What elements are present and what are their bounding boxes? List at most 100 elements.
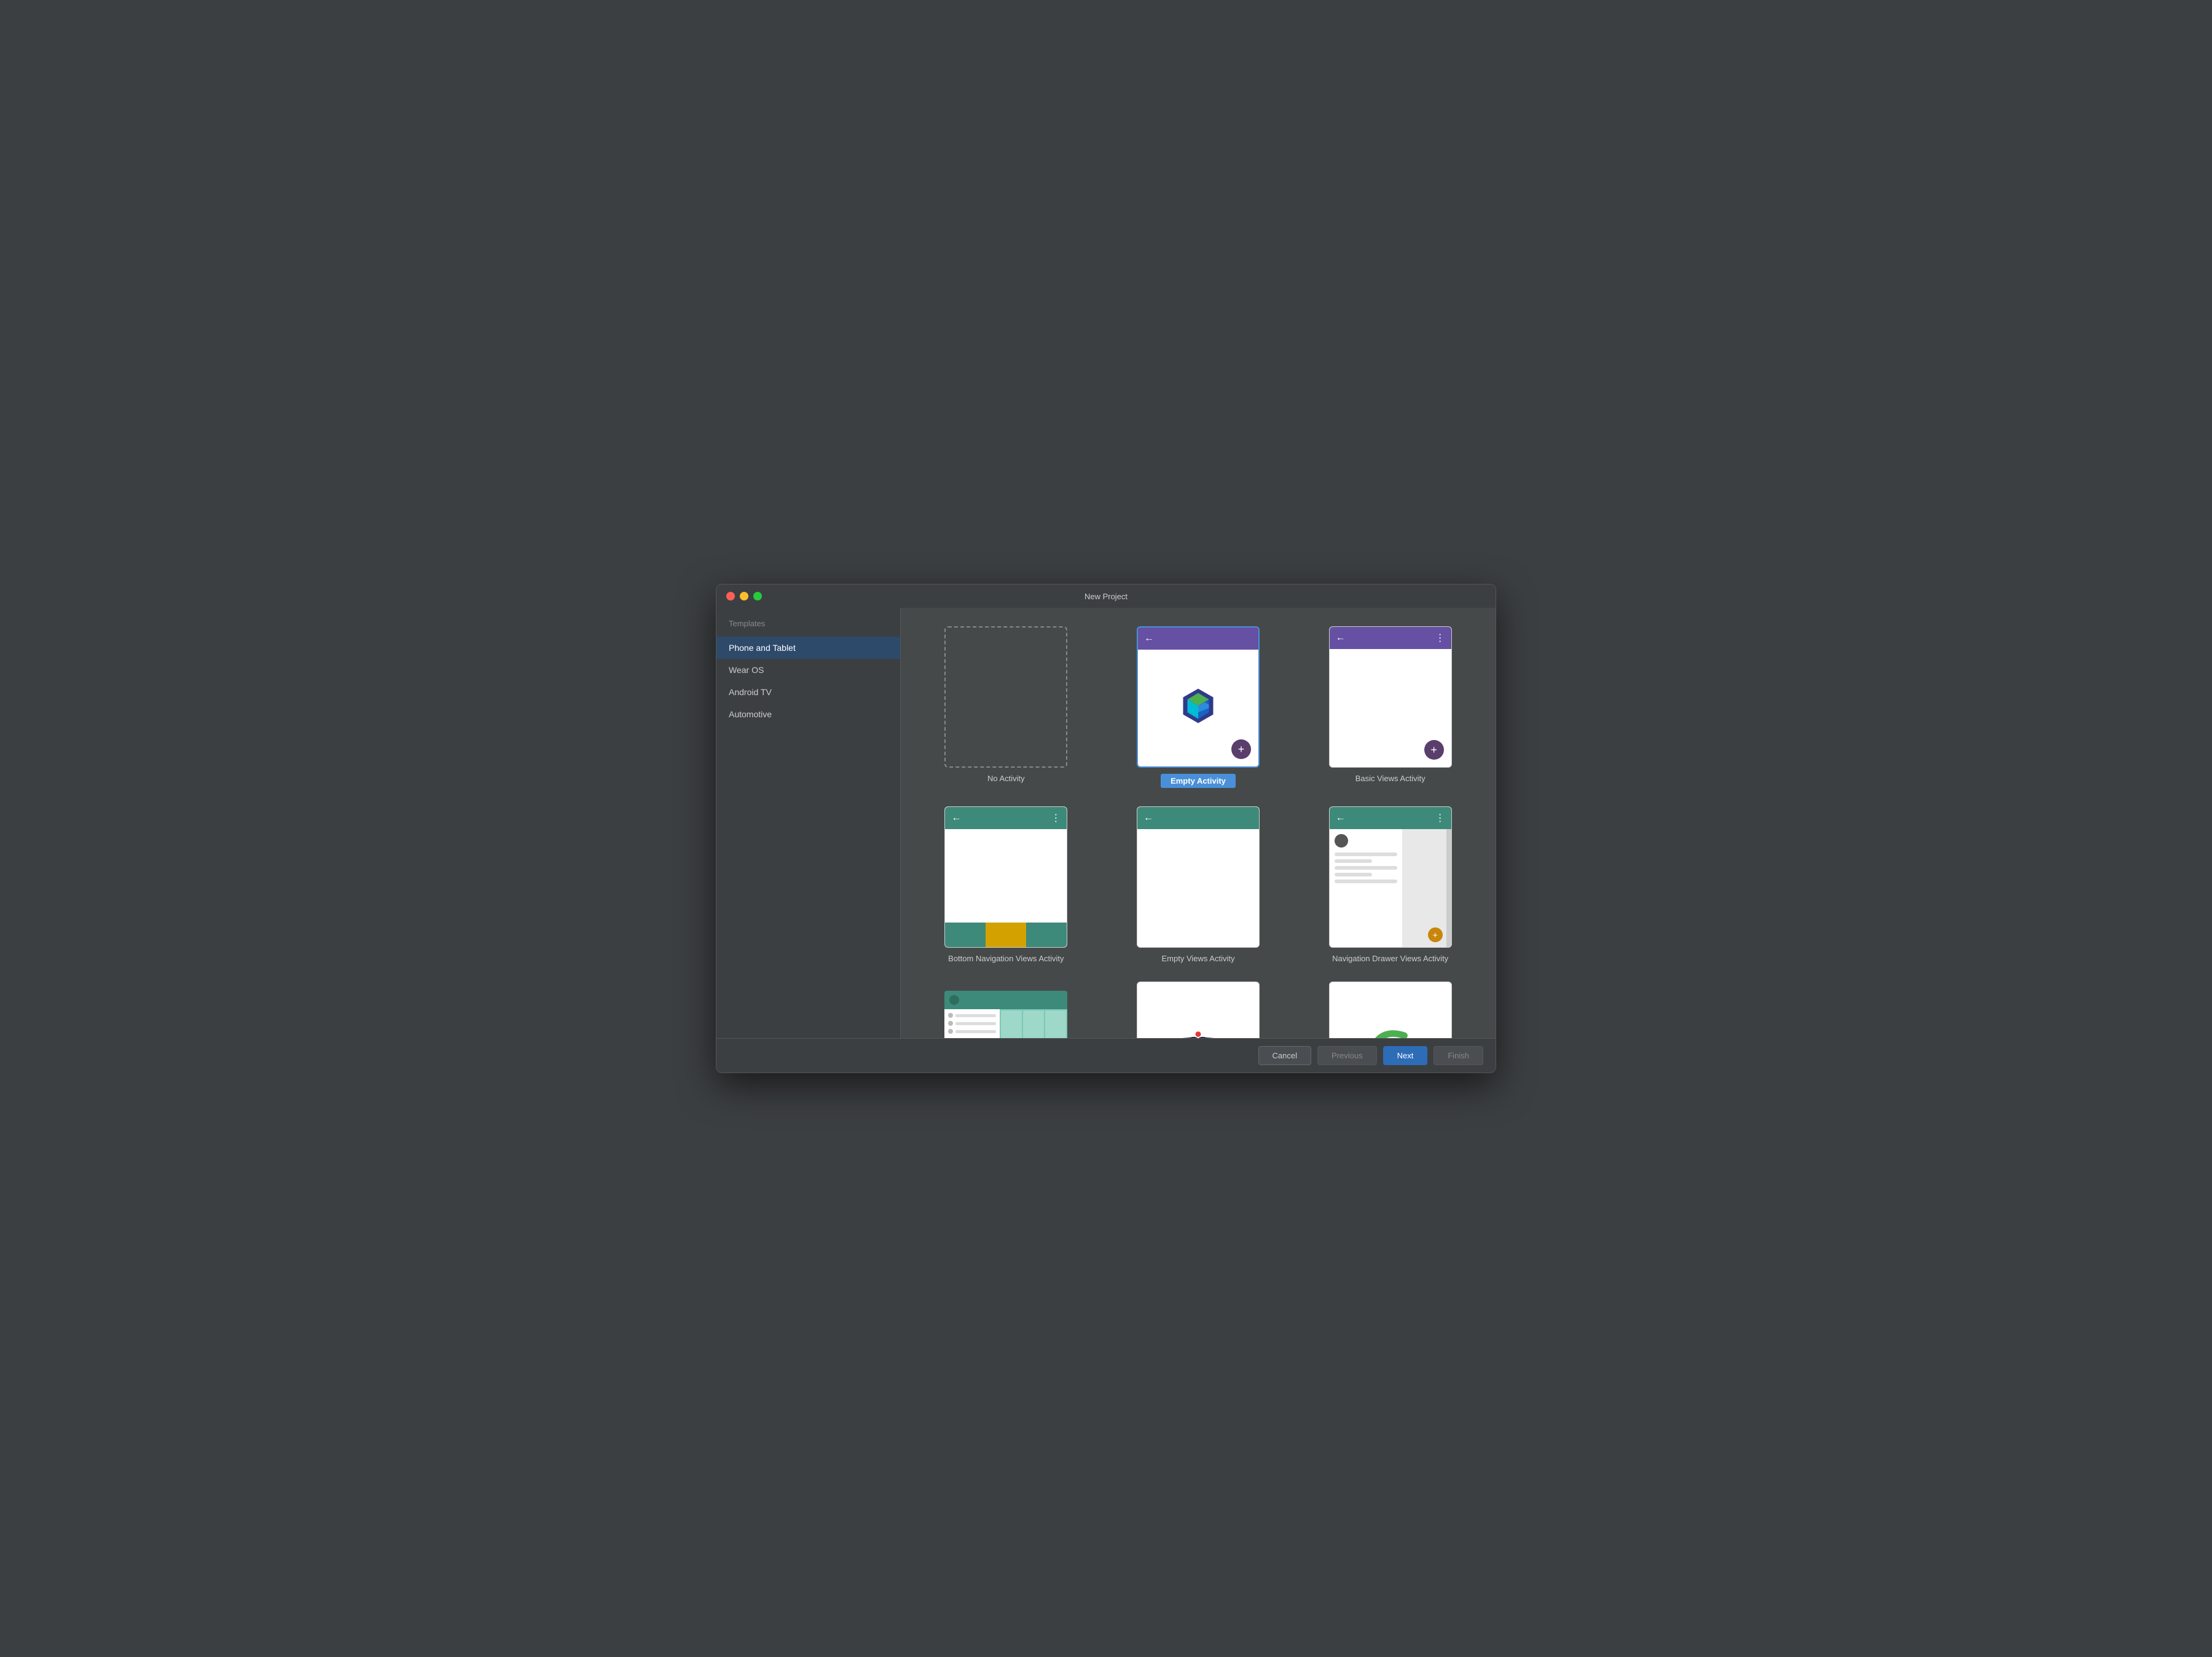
native-cpp-preview: [1329, 982, 1452, 1038]
drawer-circle-icon: [1335, 834, 1348, 848]
sidebar-item-wear-os[interactable]: Wear OS: [716, 659, 900, 681]
rt-list-line2: [948, 1021, 996, 1026]
drawer-panel: [1330, 829, 1403, 947]
responsive-table: +: [944, 991, 1067, 1038]
basic-views-phone: ← ⋮ +: [1330, 627, 1451, 767]
rt-dot3: [948, 1029, 953, 1034]
drawer-scrollbar: [1446, 829, 1451, 947]
drawer-fab: +: [1428, 927, 1443, 942]
template-bottom-nav[interactable]: ← ⋮ Bottom Navigation Views Activity: [919, 806, 1093, 963]
bottom-nav-back-icon: ←: [951, 813, 961, 824]
android-logo-icon: [1177, 687, 1220, 730]
sidebar-item-android-tv[interactable]: Android TV: [716, 681, 900, 703]
previous-button[interactable]: Previous: [1317, 1046, 1377, 1065]
phone-body-empty: +: [1138, 650, 1258, 766]
nav-drawer-more-icon: ⋮: [1435, 812, 1445, 824]
rt-dot2: [948, 1021, 953, 1026]
nav-drawer-phone: ← ⋮: [1330, 807, 1451, 947]
rt-line-text3: [955, 1030, 996, 1033]
bottom-nav-tab3: [1026, 923, 1067, 947]
window-title: New Project: [1084, 592, 1128, 601]
nav-drawer-label: Navigation Drawer Views Activity: [1332, 954, 1448, 963]
cancel-button[interactable]: Cancel: [1258, 1046, 1311, 1065]
sidebar: Templates Phone and Tablet Wear OS Andro…: [716, 608, 901, 1038]
drawer-line3: [1335, 866, 1398, 870]
cpp-logo-icon: [1357, 1025, 1424, 1038]
empty-views-body: [1137, 829, 1259, 947]
template-nav-drawer[interactable]: ← ⋮: [1303, 806, 1477, 963]
rt-cell1: [1001, 1010, 1022, 1038]
rt-cell3: [1045, 1010, 1066, 1038]
rt-header: [944, 991, 1067, 1009]
rt-line-text1: [955, 1014, 996, 1017]
empty-views-preview: ←: [1137, 806, 1260, 948]
bottom-nav-tab2: [986, 923, 1026, 947]
maximize-button[interactable]: [753, 592, 762, 600]
game-controller-icon: [1164, 1028, 1232, 1038]
rt-cell2: [1023, 1010, 1044, 1038]
template-empty-activity[interactable]: ←: [1112, 626, 1285, 788]
basic-views-body: +: [1330, 649, 1451, 767]
rt-list-line3: [948, 1029, 996, 1034]
empty-activity-preview: ←: [1137, 626, 1260, 768]
empty-views-phone: ←: [1137, 807, 1259, 947]
basic-views-label: Basic Views Activity: [1355, 774, 1426, 783]
sidebar-item-automotive[interactable]: Automotive: [716, 703, 900, 725]
rt-line-text2: [955, 1022, 996, 1025]
bottom-nav-phone: ← ⋮: [945, 807, 1067, 947]
sidebar-title: Templates: [716, 614, 900, 637]
templates-grid: No Activity ←: [919, 626, 1477, 1038]
empty-views-header: ←: [1137, 807, 1259, 829]
finish-button[interactable]: Finish: [1433, 1046, 1483, 1065]
drawer-line2: [1335, 859, 1373, 863]
nav-drawer-body: +: [1330, 829, 1451, 947]
nav-drawer-preview: ← ⋮: [1329, 806, 1452, 948]
drawer-line1: [1335, 852, 1398, 856]
nav-drawer-back-icon: ←: [1336, 813, 1346, 824]
main-area: No Activity ←: [901, 608, 1496, 1038]
traffic-lights: [726, 592, 762, 600]
template-responsive-views[interactable]: + Responsive Views Activity: [919, 982, 1093, 1038]
bottom-nav-preview: ← ⋮: [944, 806, 1067, 948]
rt-grid: [1000, 1009, 1067, 1038]
minimize-button[interactable]: [740, 592, 748, 600]
bottom-nav-header: ← ⋮: [945, 807, 1067, 829]
basic-views-more-icon: ⋮: [1435, 632, 1445, 644]
phone-header-purple: ←: [1138, 628, 1258, 650]
template-game-activity[interactable]: Game Activity: [1112, 982, 1285, 1038]
sidebar-item-phone-tablet[interactable]: Phone and Tablet: [716, 637, 900, 659]
template-native-cpp[interactable]: Native C++: [1303, 982, 1477, 1038]
next-button[interactable]: Next: [1383, 1046, 1428, 1065]
no-activity-label: No Activity: [987, 774, 1025, 783]
bottom-nav-body: [945, 829, 1067, 923]
bottom-nav-footer: [945, 923, 1067, 947]
content-area: Templates Phone and Tablet Wear OS Andro…: [716, 608, 1496, 1038]
bottom-nav-label: Bottom Navigation Views Activity: [948, 954, 1064, 963]
rt-list: [944, 1009, 1000, 1038]
template-empty-views[interactable]: ← Empty Views Activity: [1112, 806, 1285, 963]
empty-activity-label: Empty Activity: [1161, 774, 1236, 788]
title-bar: New Project: [716, 584, 1496, 608]
new-project-window: New Project Templates Phone and Tablet W…: [716, 584, 1496, 1073]
back-arrow-icon: ←: [1144, 633, 1154, 644]
fab-button: +: [1231, 739, 1251, 759]
basic-views-header: ← ⋮: [1330, 627, 1451, 649]
basic-views-back-icon: ←: [1336, 632, 1346, 644]
bottom-bar: Cancel Previous Next Finish: [716, 1038, 1496, 1073]
rt-list-line1: [948, 1013, 996, 1018]
rt-body: [944, 1009, 1067, 1038]
rt-dot1: [948, 1013, 953, 1018]
template-basic-views[interactable]: ← ⋮ + Basic Views Activity: [1303, 626, 1477, 788]
game-activity-preview: [1137, 982, 1260, 1038]
empty-views-label: Empty Views Activity: [1162, 954, 1235, 963]
empty-activity-phone: ←: [1138, 628, 1258, 766]
close-button[interactable]: [726, 592, 735, 600]
responsive-views-preview: +: [944, 982, 1067, 1038]
empty-views-back-icon: ←: [1143, 813, 1153, 824]
nav-drawer-header: ← ⋮: [1330, 807, 1451, 829]
no-activity-preview: [944, 626, 1067, 768]
basic-views-preview: ← ⋮ +: [1329, 626, 1452, 768]
bottom-nav-more-icon: ⋮: [1051, 812, 1061, 824]
template-no-activity[interactable]: No Activity: [919, 626, 1093, 788]
drawer-line4: [1335, 873, 1373, 876]
